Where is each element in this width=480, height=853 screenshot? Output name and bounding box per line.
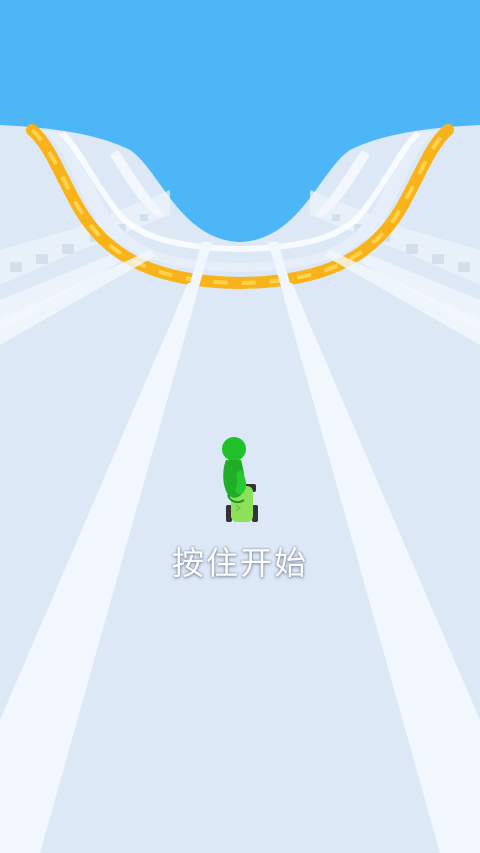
game-screen[interactable]: 按住开始 [0, 0, 480, 853]
game-scene[interactable] [0, 0, 480, 853]
